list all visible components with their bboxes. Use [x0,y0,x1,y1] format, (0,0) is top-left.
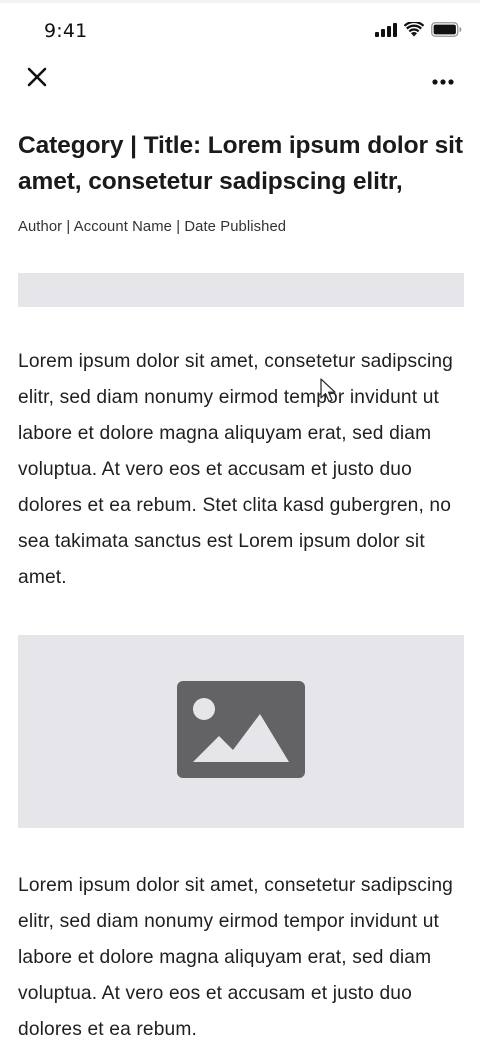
more-horizontal-icon [432,70,454,89]
close-icon [27,67,47,91]
header-image-band [18,273,464,307]
status-icons [375,22,462,37]
nav-bar [0,62,480,96]
article: Category | Title: Lorem ipsum dolor sit … [18,128,464,1048]
close-button[interactable] [24,66,50,92]
wifi-icon [404,22,424,37]
image-placeholder-icon [177,681,305,782]
battery-icon [431,22,462,37]
article-image[interactable] [18,635,464,828]
article-paragraph: Lorem ipsum dolor sit amet, consetetur s… [18,351,454,588]
mouse-cursor-icon [320,378,338,408]
status-bar: 9:41 [0,0,480,62]
cellular-signal-icon [375,22,397,37]
article-paragraph: Lorem ipsum dolor sit amet, consetetur s… [18,875,454,1040]
status-time: 9:41 [44,20,88,42]
article-byline: Author | Account Name | Date Published [18,219,287,235]
article-headline: Category | Title: Lorem ipsum dolor sit … [18,132,463,195]
more-button[interactable] [430,66,456,92]
